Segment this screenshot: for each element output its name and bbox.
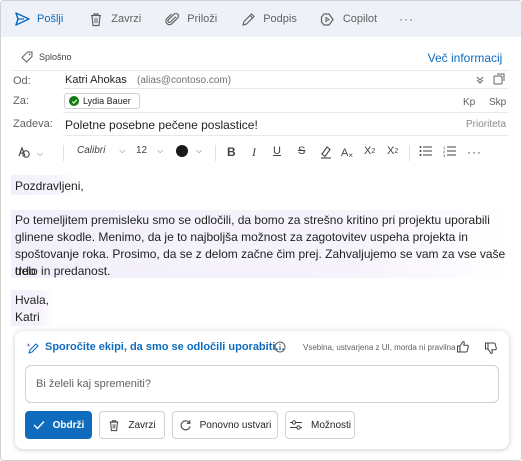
subject-label: Zadeva: xyxy=(13,118,53,130)
thumbs-up-icon[interactable] xyxy=(456,340,470,354)
divider xyxy=(63,88,509,89)
paperclip-icon xyxy=(163,10,181,28)
copilot-icon xyxy=(319,10,337,28)
sensitivity-label[interactable]: Splošno xyxy=(21,51,72,63)
font-color-button[interactable]: ⌵ xyxy=(176,145,202,157)
copilot-prompt-input[interactable] xyxy=(25,365,499,403)
body-line[interactable]: delo in predanost. xyxy=(15,263,110,280)
discard-button[interactable]: Zavrzi xyxy=(87,5,141,33)
strikethrough-icon[interactable]: S xyxy=(298,145,305,157)
copilot-label: Copilot xyxy=(342,13,378,25)
more-format-icon[interactable]: ··· xyxy=(467,145,482,159)
pen-icon xyxy=(239,10,257,28)
styles-icon xyxy=(15,145,31,162)
clear-formatting-icon[interactable]: A × xyxy=(341,145,353,161)
recipient-chip[interactable]: Lydia Bauer xyxy=(64,93,140,109)
underline-icon[interactable]: U xyxy=(273,145,281,157)
divider xyxy=(13,70,509,71)
sparkle-pen-icon xyxy=(26,341,40,355)
font-size-select[interactable]: 12 ⌵ xyxy=(136,145,163,156)
compose-window: Pošlji Zavrzi Priloži Podpis Copilot ···… xyxy=(0,0,522,461)
from-name[interactable]: Katri Ahokas xyxy=(65,74,127,86)
divider xyxy=(63,112,509,113)
options-label: Možnosti xyxy=(310,419,351,431)
divider xyxy=(409,145,410,161)
cc-button[interactable]: Kp xyxy=(463,97,475,108)
available-status-icon xyxy=(69,96,79,106)
chevron-down-icon: ⌵ xyxy=(196,146,203,155)
attach-button[interactable]: Priloži xyxy=(163,5,217,33)
chevron-down-icon: ⌵ xyxy=(37,148,44,158)
sensitivity-text: Splošno xyxy=(39,52,72,62)
copilot-button[interactable]: Copilot xyxy=(319,5,377,33)
signature-text[interactable]: Katri xyxy=(15,309,40,326)
send-label: Pošlji xyxy=(37,13,64,25)
signature-label: Podpis xyxy=(263,13,297,25)
copilot-title: Sporočite ekipi, da smo se odločili upor… xyxy=(45,341,285,353)
font-family-value: Calibri xyxy=(77,145,106,156)
tag-icon xyxy=(21,51,33,63)
divider xyxy=(63,145,64,161)
greeting-text[interactable]: Pozdravljeni, xyxy=(15,178,84,195)
divider xyxy=(215,145,216,161)
discard-label: Zavrzi xyxy=(111,13,142,25)
styles-button[interactable]: ⌵ xyxy=(15,145,43,162)
font-family-select[interactable]: Calibri ⌵ xyxy=(77,145,125,156)
superscript-icon[interactable]: X2 xyxy=(364,145,375,157)
refresh-icon xyxy=(179,419,192,432)
more-actions-button[interactable]: ··· xyxy=(399,12,414,26)
discard-draft-button[interactable]: Zavrzi xyxy=(99,411,165,439)
chevron-down-icon: ⌵ xyxy=(157,145,164,155)
options-button[interactable]: Možnosti xyxy=(285,411,355,439)
thumbs-down-icon[interactable] xyxy=(484,341,498,355)
recipient-name: Lydia Bauer xyxy=(83,96,131,106)
color-swatch-icon xyxy=(176,145,188,157)
format-toolbar: ⌵ Calibri ⌵ 12 ⌵ ⌵ B I U S A× X2 X2 123 xyxy=(1,139,521,167)
from-label: Od: xyxy=(13,75,31,87)
italic-icon[interactable]: I xyxy=(252,145,256,160)
attach-label: Priloži xyxy=(187,13,218,25)
body-line[interactable]: glinene skodle. Menimo, da je to najbolj… xyxy=(15,229,468,246)
font-size-value: 12 xyxy=(136,145,148,156)
subscript-icon[interactable]: X2 xyxy=(387,145,398,157)
highlight-icon[interactable] xyxy=(319,145,333,159)
numbered-list-icon[interactable]: 123 xyxy=(443,145,457,157)
pop-out-icon[interactable] xyxy=(493,73,505,85)
keep-label: Obdrži xyxy=(52,419,85,431)
checkmark-icon xyxy=(33,420,45,430)
from-alias: (alias@contoso.com) xyxy=(137,75,232,86)
send-icon xyxy=(13,10,31,28)
to-label: Za: xyxy=(13,95,29,107)
bcc-button[interactable]: Skp xyxy=(489,97,506,108)
chevron-down-icon: ⌵ xyxy=(119,145,126,155)
sliders-icon xyxy=(289,419,303,431)
signature-button[interactable]: Podpis xyxy=(239,5,297,33)
priority-button[interactable]: Prioriteta xyxy=(466,119,506,130)
regenerate-button[interactable]: Ponovno ustvari xyxy=(172,411,278,439)
compose-toolbar: Pošlji Zavrzi Priloži Podpis Copilot ··· xyxy=(1,1,521,37)
send-button[interactable]: Pošlji xyxy=(13,5,63,33)
keep-button[interactable]: Obdrži xyxy=(25,411,92,439)
closing-text[interactable]: Hvala, xyxy=(15,292,49,309)
info-icon[interactable] xyxy=(274,341,286,353)
bold-icon[interactable]: B xyxy=(227,145,236,159)
ai-disclaimer: Vsebina, ustvarjena z UI, morda ni pravi… xyxy=(303,343,456,352)
divider xyxy=(63,135,509,136)
bullet-list-icon[interactable] xyxy=(419,145,433,157)
subject-field[interactable]: Poletne posebne pečene poslastice! xyxy=(65,118,258,132)
regenerate-label: Ponovno ustvari xyxy=(199,419,272,431)
body-line[interactable]: Po temeljitem premisleku smo se odločili… xyxy=(15,212,490,229)
svg-text:3: 3 xyxy=(443,153,446,157)
more-info-button[interactable]: Več informacij xyxy=(421,48,509,68)
discard-draft-label: Zavrzi xyxy=(128,419,156,431)
chevron-double-down-icon[interactable] xyxy=(475,75,485,85)
trash-icon xyxy=(87,10,105,28)
copilot-panel: Sporočite ekipi, da smo se odločili upor… xyxy=(15,331,509,449)
trash-icon xyxy=(108,419,120,432)
